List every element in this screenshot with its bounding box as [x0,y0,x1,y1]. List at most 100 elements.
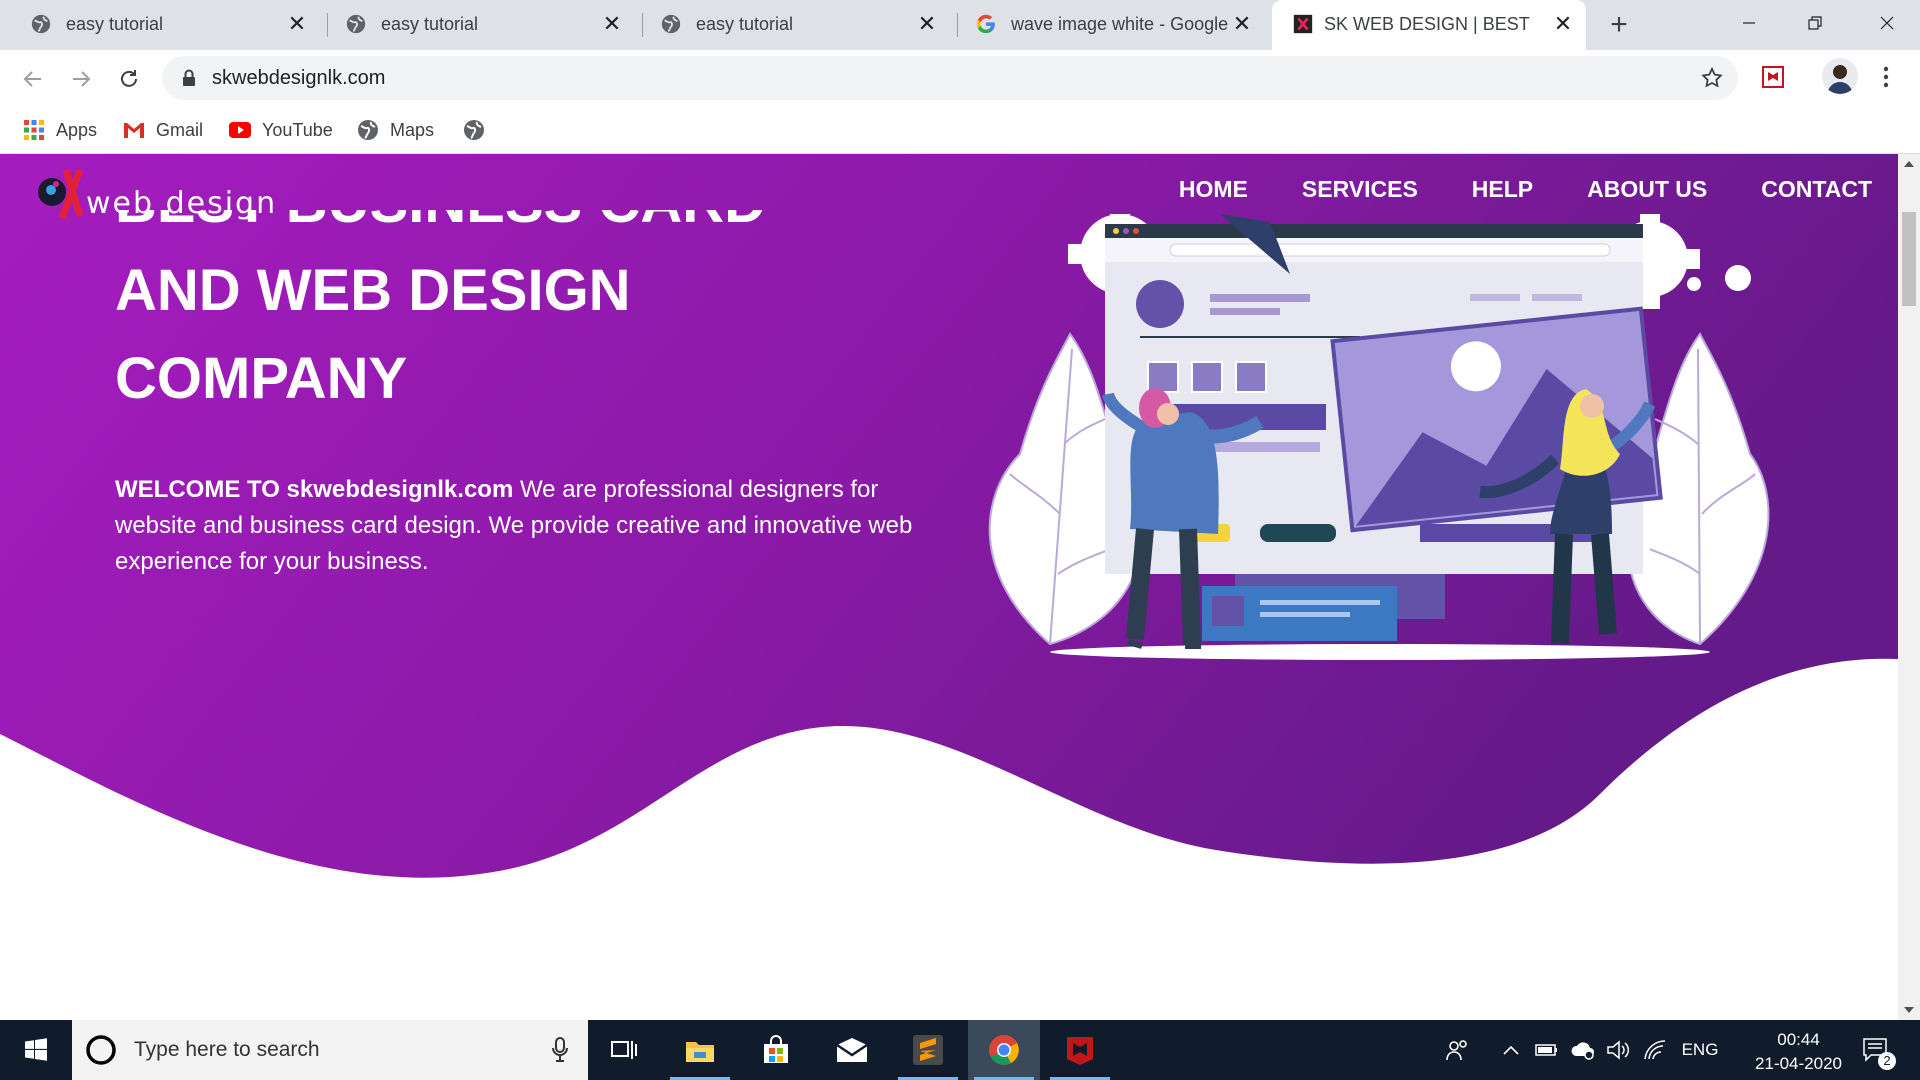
browser-window: easy tutorial ✕ easy tutorial ✕ easy tut… [0,0,1920,1020]
microphone-icon[interactable] [550,1036,570,1064]
page-scrollbar[interactable] [1898,154,1920,1020]
kebab-menu-icon [1883,66,1889,88]
url-text: skwebdesignlk.com [212,67,386,89]
notification-count-badge: 2 [1878,1052,1896,1070]
avatar-icon [1827,65,1853,94]
arrow-right-icon [73,71,91,87]
youtube-icon [229,122,251,138]
dot [1687,277,1701,291]
taskbar: Type here to search ENG 00:44 21-04-2020… [0,1020,1920,1080]
mcafee-icon [1067,1037,1093,1065]
bookmark-apps[interactable]: Apps [22,116,97,144]
taskbar-mail[interactable] [816,1020,888,1080]
globe-icon [346,14,366,34]
show-hidden-icons-button[interactable] [1496,1020,1526,1080]
tab-title: SK WEB DESIGN | BEST WE [1324,14,1534,34]
people-button[interactable] [1440,1020,1474,1080]
battery-button[interactable] [1532,1020,1562,1080]
arrow-left-icon [23,71,41,87]
bookmark-gmail[interactable]: Gmail [122,116,203,144]
clock[interactable]: 00:44 21-04-2020 [1755,1028,1842,1076]
globe-icon [661,14,681,34]
reload-icon [121,70,137,87]
language-indicator[interactable]: ENG [1678,1020,1722,1080]
close-icon[interactable]: ✕ [916,13,938,35]
bookmark-label: YouTube [262,119,333,140]
tab-sk-web-design[interactable]: SK WEB DESIGN | BEST WE ✕ [1272,0,1586,50]
search-placeholder: Type here to search [134,1038,320,1061]
bookmark-label: Apps [56,119,98,140]
tab-strip: easy tutorial ✕ easy tutorial ✕ easy tut… [0,0,1920,50]
clock-date: 21-04-2020 [1755,1054,1842,1073]
tab-title: easy tutorial [66,14,164,34]
back-button[interactable] [18,64,48,94]
heading-line-3: COMPANY [115,346,408,411]
volume-button[interactable] [1604,1020,1634,1080]
intro-paragraph: WELCOME TO skwebdesignlk.com We are prof… [115,472,935,580]
scroll-down-icon[interactable] [1898,1000,1920,1020]
bookmark-label: Maps [390,119,435,140]
address-bar[interactable]: skwebdesignlk.com [162,56,1738,100]
close-icon[interactable]: ✕ [1552,13,1574,35]
heading-line-2: AND WEB DESIGN [115,258,631,323]
onedrive-button[interactable] [1568,1020,1598,1080]
bookmark-label: Gmail [156,119,204,140]
close-icon[interactable]: ✕ [1231,13,1253,35]
site-logo[interactable] [36,166,86,222]
task-view-button[interactable] [588,1020,660,1080]
scroll-up-icon[interactable] [1898,154,1920,174]
tab-easy-tutorial-1[interactable]: easy tutorial ✕ [0,0,320,50]
close-icon[interactable]: ✕ [601,13,623,35]
close-icon [1880,16,1894,29]
nav-home[interactable]: HOME [1179,176,1248,203]
minimize-icon [1743,21,1755,24]
restore-icon [1808,15,1822,30]
nav-about-us[interactable]: ABOUT US [1587,176,1707,203]
close-icon[interactable]: ✕ [286,13,308,35]
sk-favicon [1293,14,1313,34]
nav-help[interactable]: HELP [1472,176,1533,203]
tab-easy-tutorial-3[interactable]: easy tutorial ✕ [630,0,950,50]
nav-services[interactable]: SERVICES [1302,176,1418,203]
google-icon [976,14,995,34]
minimize-button[interactable] [1716,0,1782,45]
taskbar-search[interactable]: Type here to search [72,1020,588,1080]
mail-icon [836,1038,868,1062]
bookmark-maps[interactable]: Maps [356,116,434,144]
bookmarks-bar: Apps Gmail YouTube Maps [0,106,1920,154]
taskbar-chrome[interactable] [968,1020,1040,1080]
browser-toolbar: skwebdesignlk.com [0,50,1920,106]
forward-button[interactable] [66,64,96,94]
taskbar-file-explorer[interactable] [664,1020,736,1080]
tab-easy-tutorial-2[interactable]: easy tutorial ✕ [315,0,635,50]
scrollbar-thumb[interactable] [1902,212,1916,306]
task-view-icon [611,1041,637,1059]
globe-icon [31,14,51,34]
wifi-icon [1644,1040,1666,1060]
bookmark-youtube[interactable]: YouTube [228,116,333,144]
nav-contact[interactable]: CONTACT [1761,176,1872,203]
new-tab-button[interactable]: + [1604,10,1634,40]
cloud-sync-icon [1571,1042,1594,1060]
chevron-up-icon [1503,1045,1519,1055]
start-button[interactable] [0,1020,72,1080]
star-icon[interactable] [1700,66,1724,90]
dot [1725,265,1751,291]
taskbar-sublime-text[interactable] [892,1020,964,1080]
mcafee-extension-button[interactable] [1758,62,1788,92]
network-button[interactable] [1640,1020,1670,1080]
taskbar-mcafee[interactable] [1044,1020,1116,1080]
tab-google-search[interactable]: wave image white - Google ✕ [945,0,1265,50]
hero-illustration [988,214,1770,660]
action-center-button[interactable]: 2 [1856,1020,1896,1080]
menu-button[interactable] [1874,62,1898,92]
clock-time: 00:44 [1777,1030,1820,1049]
profile-avatar[interactable] [1822,58,1858,94]
gmail-icon [124,123,144,138]
tab-title: easy tutorial [381,14,479,34]
taskbar-microsoft-store[interactable] [740,1020,812,1080]
close-window-button[interactable] [1854,0,1920,45]
restore-button[interactable] [1782,0,1848,45]
bookmark-unnamed[interactable] [462,116,496,144]
reload-button[interactable] [114,64,144,94]
